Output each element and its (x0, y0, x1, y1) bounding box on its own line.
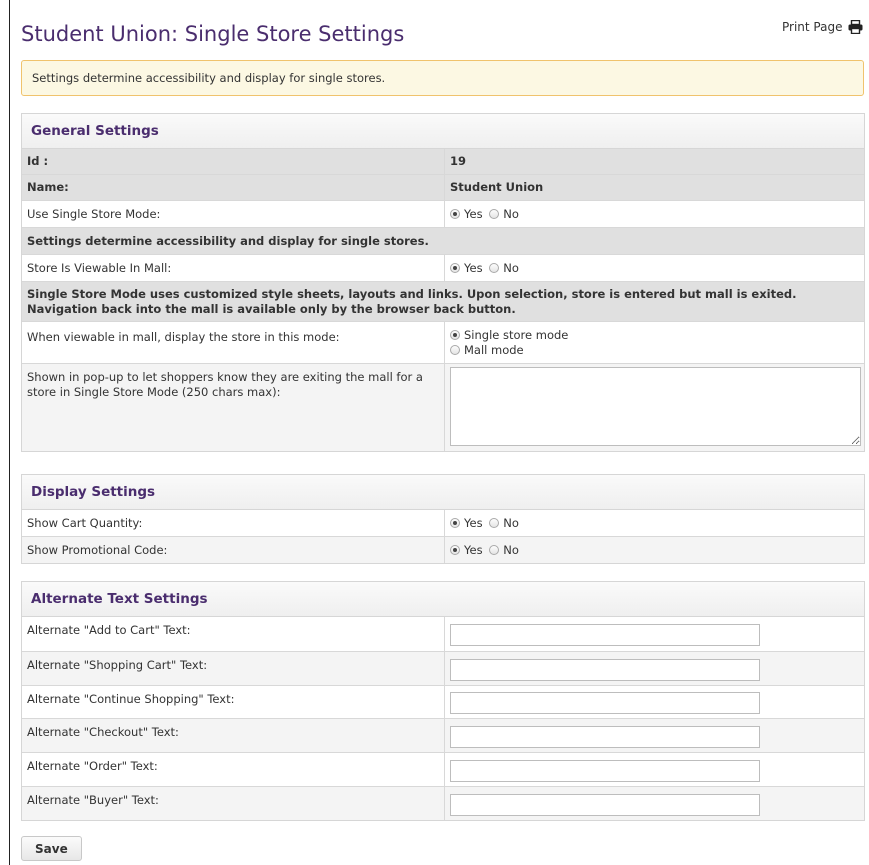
yes-label: Yes (464, 260, 483, 275)
alt-add-to-cart-label: Alternate "Add to Cart" Text: (22, 617, 445, 651)
table-row: Alternate "Buyer" Text: (22, 785, 864, 820)
display-settings-panel: Display Settings Show Cart Quantity: Yes… (21, 474, 865, 564)
print-page-link[interactable]: Print Page (782, 20, 863, 34)
viewable-in-mall-label: Store Is Viewable In Mall: (22, 253, 445, 281)
alt-order-input[interactable] (450, 759, 760, 782)
popup-message-textarea[interactable] (450, 366, 861, 446)
alt-checkout-input[interactable] (450, 725, 760, 748)
promo-code-options: Yes No (444, 535, 864, 563)
table-row: Alternate "Checkout" Text: (22, 717, 864, 752)
mall-mode-option-label: Mall mode (464, 342, 524, 357)
display-mode-label: When viewable in mall, display the store… (22, 320, 445, 363)
alt-buyer-input[interactable] (450, 793, 760, 816)
general-settings-table: Id : 19 Name: Student Union Use Single S… (22, 149, 864, 451)
promo-code-yes-radio[interactable] (450, 544, 460, 555)
viewable-in-mall-no-radio[interactable] (489, 262, 500, 273)
cart-quantity-yes-radio[interactable] (450, 517, 460, 528)
info-alert: Settings determine accessibility and dis… (21, 60, 864, 96)
table-row: Single Store Mode uses customized style … (22, 280, 864, 321)
table-row: Use Single Store Mode: Yes No (22, 199, 864, 227)
alternate-text-table: Alternate "Add to Cart" Text: Alternate … (22, 617, 864, 820)
popup-message-cell (444, 362, 864, 451)
single-store-mode-options: Yes No (444, 199, 864, 227)
printer-icon (848, 20, 863, 34)
id-label: Id : (22, 149, 445, 174)
cart-quantity-label: Show Cart Quantity: (22, 510, 445, 536)
popup-message-label: Shown in pop-up to let shoppers know the… (22, 362, 445, 451)
page-left-border (9, 0, 10, 865)
promo-code-label: Show Promotional Code: (22, 535, 445, 563)
single-store-mode-yes-radio[interactable] (450, 208, 460, 219)
single-store-mode-option-label: Single store mode (464, 327, 569, 342)
table-row: Alternate "Add to Cart" Text: (22, 617, 864, 651)
cart-quantity-options: Yes No (444, 510, 864, 536)
alt-order-label: Alternate "Order" Text: (22, 751, 445, 786)
alt-shopping-cart-label: Alternate "Shopping Cart" Text: (22, 650, 445, 685)
name-value: Student Union (444, 173, 864, 200)
yes-label: Yes (464, 206, 483, 221)
alt-shopping-cart-input[interactable] (450, 658, 760, 681)
id-value: 19 (444, 149, 864, 174)
page-title: Student Union: Single Store Settings (21, 22, 405, 46)
no-label: No (503, 260, 519, 275)
table-row: Store Is Viewable In Mall: Yes No (22, 253, 864, 281)
alternate-text-heading: Alternate Text Settings (22, 582, 864, 617)
general-settings-heading: General Settings (22, 114, 864, 149)
table-row: Settings determine accessibility and dis… (22, 226, 864, 254)
table-row: Shown in pop-up to let shoppers know the… (22, 362, 864, 451)
yes-label: Yes (464, 542, 483, 557)
display-settings-table: Show Cart Quantity: Yes No Show Promotio… (22, 510, 864, 563)
yes-label: Yes (464, 515, 483, 530)
viewable-in-mall-options: Yes No (444, 253, 864, 281)
alt-checkout-label: Alternate "Checkout" Text: (22, 717, 445, 752)
note-accessibility: Settings determine accessibility and dis… (22, 226, 864, 254)
alt-add-to-cart-input[interactable] (450, 624, 760, 646)
alternate-text-panel: Alternate Text Settings Alternate "Add t… (21, 581, 865, 821)
display-mode-single-radio[interactable] (450, 329, 460, 340)
name-label: Name: (22, 173, 445, 200)
alt-buyer-label: Alternate "Buyer" Text: (22, 785, 445, 820)
alt-continue-shopping-input[interactable] (450, 691, 760, 714)
table-row: Show Cart Quantity: Yes No (22, 510, 864, 536)
no-label: No (503, 542, 519, 557)
note-single-store-mode: Single Store Mode uses customized style … (22, 280, 864, 321)
viewable-in-mall-yes-radio[interactable] (450, 262, 460, 273)
display-mode-options: Single store mode Mall mode (444, 320, 864, 363)
table-row: When viewable in mall, display the store… (22, 320, 864, 363)
display-mode-mall-radio[interactable] (450, 344, 460, 355)
alt-continue-shopping-label: Alternate "Continue Shopping" Text: (22, 684, 445, 718)
table-row: Id : 19 (22, 149, 864, 174)
print-page-label: Print Page (782, 20, 843, 34)
table-row: Show Promotional Code: Yes No (22, 535, 864, 563)
save-button[interactable]: Save (21, 836, 82, 861)
table-row: Alternate "Continue Shopping" Text: (22, 684, 864, 718)
single-store-mode-no-radio[interactable] (489, 208, 500, 219)
display-settings-heading: Display Settings (22, 475, 864, 510)
promo-code-no-radio[interactable] (489, 544, 500, 555)
table-row: Alternate "Shopping Cart" Text: (22, 650, 864, 685)
no-label: No (503, 515, 519, 530)
general-settings-panel: General Settings Id : 19 Name: Student U… (21, 113, 865, 452)
cart-quantity-no-radio[interactable] (489, 517, 500, 528)
table-row: Alternate "Order" Text: (22, 751, 864, 786)
single-store-mode-label: Use Single Store Mode: (22, 199, 445, 227)
table-row: Name: Student Union (22, 173, 864, 200)
no-label: No (503, 206, 519, 221)
